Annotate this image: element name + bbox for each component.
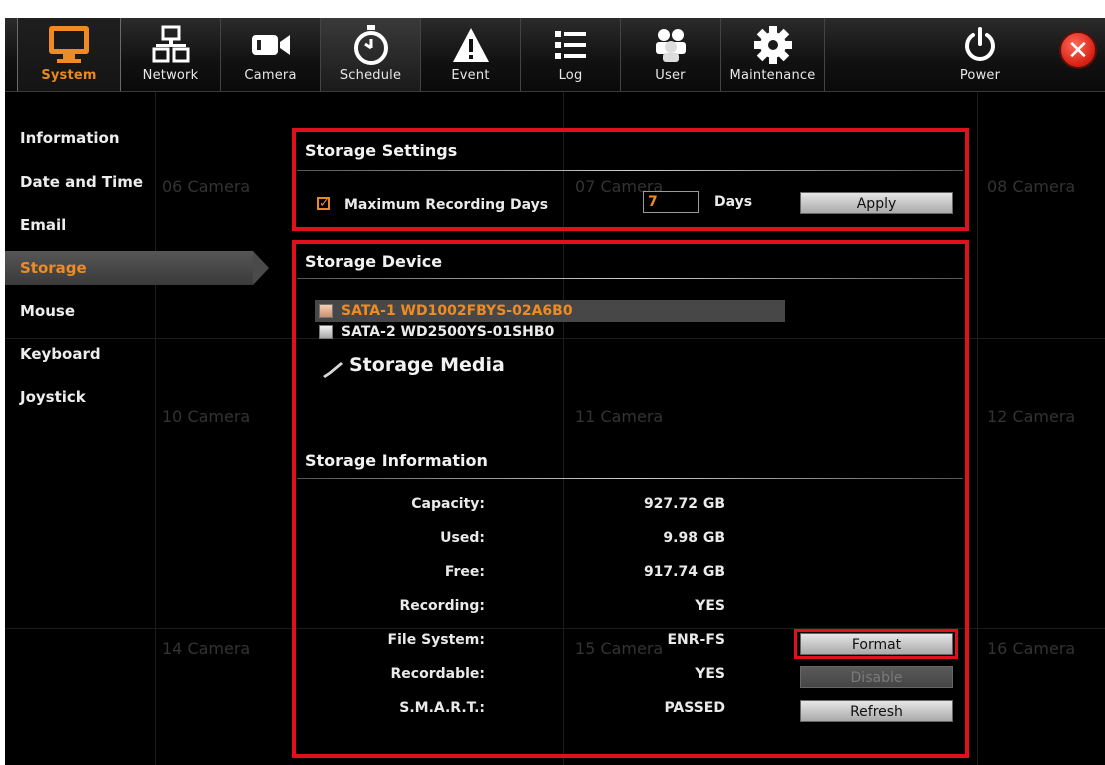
toolbar-log-label: Log (558, 68, 583, 83)
monitor-icon (18, 23, 120, 67)
toolbar-power-label: Power (959, 68, 1001, 83)
hard-disk-icon (319, 304, 333, 318)
power-icon (925, 23, 1035, 67)
max-recording-days-label: Maximum Recording Days (344, 197, 549, 213)
dvr-screen: 06 Camera 07 Camera 08 Camera 10 Camera … (5, 18, 1105, 765)
recording-label: Recording: (399, 598, 485, 614)
toolbar-schedule-label: Schedule (339, 68, 402, 83)
toolbar-system-label: System (41, 68, 97, 83)
toolbar-system[interactable]: System (17, 18, 121, 91)
camera-icon (221, 23, 320, 67)
used-label: Used: (440, 530, 485, 546)
apply-button[interactable]: Apply (800, 192, 953, 214)
storage-media-label: Storage Media (349, 354, 505, 376)
free-value: 917.74 GB (643, 564, 725, 580)
toolbar-user[interactable]: User (621, 18, 721, 91)
max-recording-days-input[interactable]: 7 (643, 191, 699, 213)
free-label: Free: (444, 564, 485, 580)
refresh-button[interactable]: Refresh (800, 700, 953, 722)
gear-icon (721, 23, 824, 67)
sidebar-item-email[interactable]: Email (5, 208, 245, 242)
users-icon (621, 23, 720, 67)
toolbar-power[interactable]: Power (925, 18, 1035, 91)
camera-label-08: 08 Camera (987, 177, 1076, 196)
camera-label-14: 14 Camera (162, 639, 251, 658)
days-unit-label: Days (714, 194, 753, 210)
storage-device-title: Storage Device (305, 252, 443, 271)
device-name: SATA-2 WD2500YS-01SHB0 (341, 324, 555, 340)
toolbar-event-label: Event (451, 68, 490, 83)
warning-icon (421, 23, 520, 67)
storage-information-title: Storage Information (305, 451, 488, 470)
network-icon (121, 23, 220, 67)
sidebar-item-storage[interactable]: Storage (5, 251, 269, 285)
smart-label: S.M.A.R.T.: (399, 700, 485, 716)
stopwatch-icon (321, 23, 420, 67)
recordable-value: YES (695, 666, 725, 682)
file-system-value: ENR-FS (667, 632, 725, 648)
toolbar-log[interactable]: Log (521, 18, 621, 91)
main-toolbar: System Network Camera Schedule Event Log… (5, 18, 1105, 92)
close-button[interactable]: ✕ (1059, 31, 1097, 69)
sidebar-item-keyboard[interactable]: Keyboard (5, 337, 245, 371)
toolbar-user-label: User (655, 68, 686, 83)
recordable-label: Recordable: (390, 666, 485, 682)
max-recording-days-checkbox[interactable]: ✓ (317, 197, 330, 210)
sidebar-item-mouse[interactable]: Mouse (5, 294, 245, 328)
device-name: SATA-1 WD1002FBYS-02A6B0 (341, 303, 573, 319)
device-sata-1[interactable]: SATA-1 WD1002FBYS-02A6B0 (315, 300, 785, 322)
top-strip (0, 0, 1105, 18)
toolbar-network-label: Network (142, 68, 199, 83)
toolbar-schedule[interactable]: Schedule (321, 18, 421, 91)
sidebar-item-date-and-time[interactable]: Date and Time (5, 165, 245, 199)
toolbar-camera[interactable]: Camera (221, 18, 321, 91)
toolbar-camera-label: Camera (244, 68, 297, 83)
camera-label-12: 12 Camera (987, 407, 1076, 426)
capacity-value: 927.72 GB (643, 496, 725, 512)
file-system-label: File System: (387, 632, 485, 648)
hard-disk-icon (319, 325, 333, 339)
disable-button[interactable]: Disable (800, 666, 953, 688)
grid-line (977, 91, 978, 765)
smart-value: PASSED (664, 700, 725, 716)
list-icon (521, 23, 620, 67)
format-button[interactable]: Format (800, 633, 953, 655)
toolbar-network[interactable]: Network (121, 18, 221, 91)
section-divider (297, 170, 963, 171)
storage-settings-title: Storage Settings (305, 141, 458, 160)
section-divider (297, 478, 963, 479)
usb-drive-icon (321, 360, 345, 382)
storage-media-row[interactable]: Storage Media (317, 352, 557, 382)
camera-label-16: 16 Camera (987, 639, 1076, 658)
device-sata-2[interactable]: SATA-2 WD2500YS-01SHB0 (315, 321, 785, 343)
sidebar-item-joystick[interactable]: Joystick (5, 380, 245, 414)
recording-value: YES (695, 598, 725, 614)
capacity-label: Capacity: (411, 496, 485, 512)
toolbar-maintenance-label: Maintenance (729, 68, 816, 83)
section-divider (297, 278, 963, 279)
sidebar-item-information[interactable]: Information (5, 121, 245, 155)
toolbar-event[interactable]: Event (421, 18, 521, 91)
used-value: 9.98 GB (663, 530, 725, 546)
toolbar-maintenance[interactable]: Maintenance (721, 18, 825, 91)
